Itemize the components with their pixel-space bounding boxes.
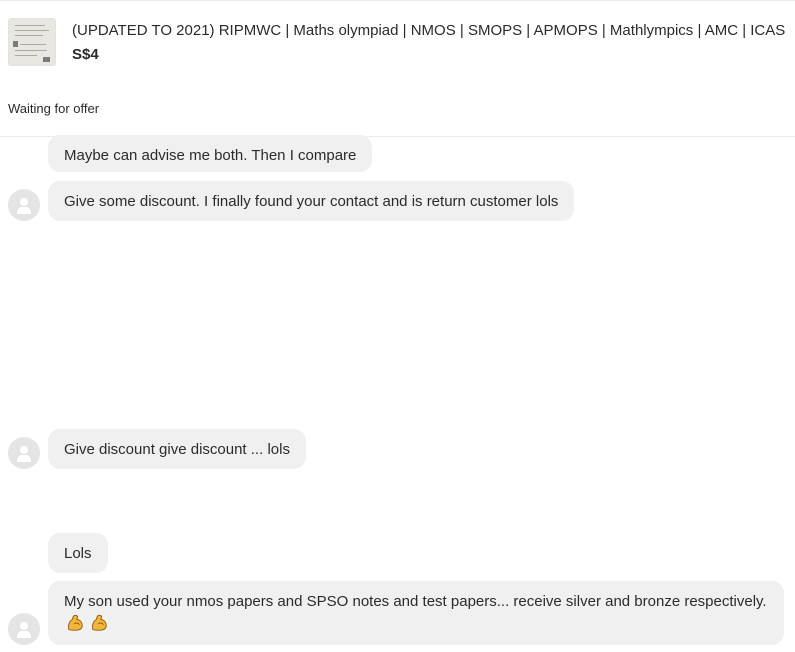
message-bubble: Give discount give discount ... lols [48,429,306,469]
thumbnail-text-line [15,50,47,51]
avatar[interactable] [8,189,40,221]
message-text: My son used your nmos papers and SPSO no… [64,593,767,610]
message-text: Maybe can advise me both. Then I compare [64,147,357,164]
avatar[interactable] [8,437,40,469]
chat-window: (UPDATED TO 2021) RIPMWC | Maths olympia… [0,0,795,652]
avatar-user-icon-head [20,198,28,206]
message-text: Lols [64,545,92,562]
avatar[interactable] [8,613,40,645]
avatar-user-icon-head [20,446,28,454]
avatar-user-icon-body [17,455,31,462]
message-bubble: Lols [48,533,108,573]
message-text: Give discount give discount ... lols [64,441,290,458]
avatar-user-icon-body [17,631,31,638]
thumbnail-text-line [20,44,46,45]
offer-status: Waiting for offer [8,101,100,116]
listing-header[interactable]: (UPDATED TO 2021) RIPMWC | Maths olympia… [0,0,795,89]
thumbnail-text-line [15,55,37,56]
listing-title[interactable]: (UPDATED TO 2021) RIPMWC | Maths olympia… [72,22,795,39]
message-bubble: My son used your nmos papers and SPSO no… [48,581,784,645]
message-text: Give some discount. I finally found your… [64,193,559,210]
thumbnail-mark [13,41,18,47]
flexed-biceps-icon [68,614,83,631]
thumbnail-text-line [15,25,45,26]
flexed-biceps-icon [92,614,107,631]
thumbnail-text-line [15,35,43,36]
thumbnail-mark [43,57,50,62]
listing-price: S$4 [72,46,99,63]
avatar-user-icon-head [20,622,28,630]
message-bubble: Give some discount. I finally found your… [48,181,575,221]
message-bubble: Maybe can advise me both. Then I compare [48,135,373,172]
avatar-user-icon-body [17,207,31,214]
thumbnail-text-line [15,30,49,31]
listing-thumbnail[interactable] [8,18,56,66]
